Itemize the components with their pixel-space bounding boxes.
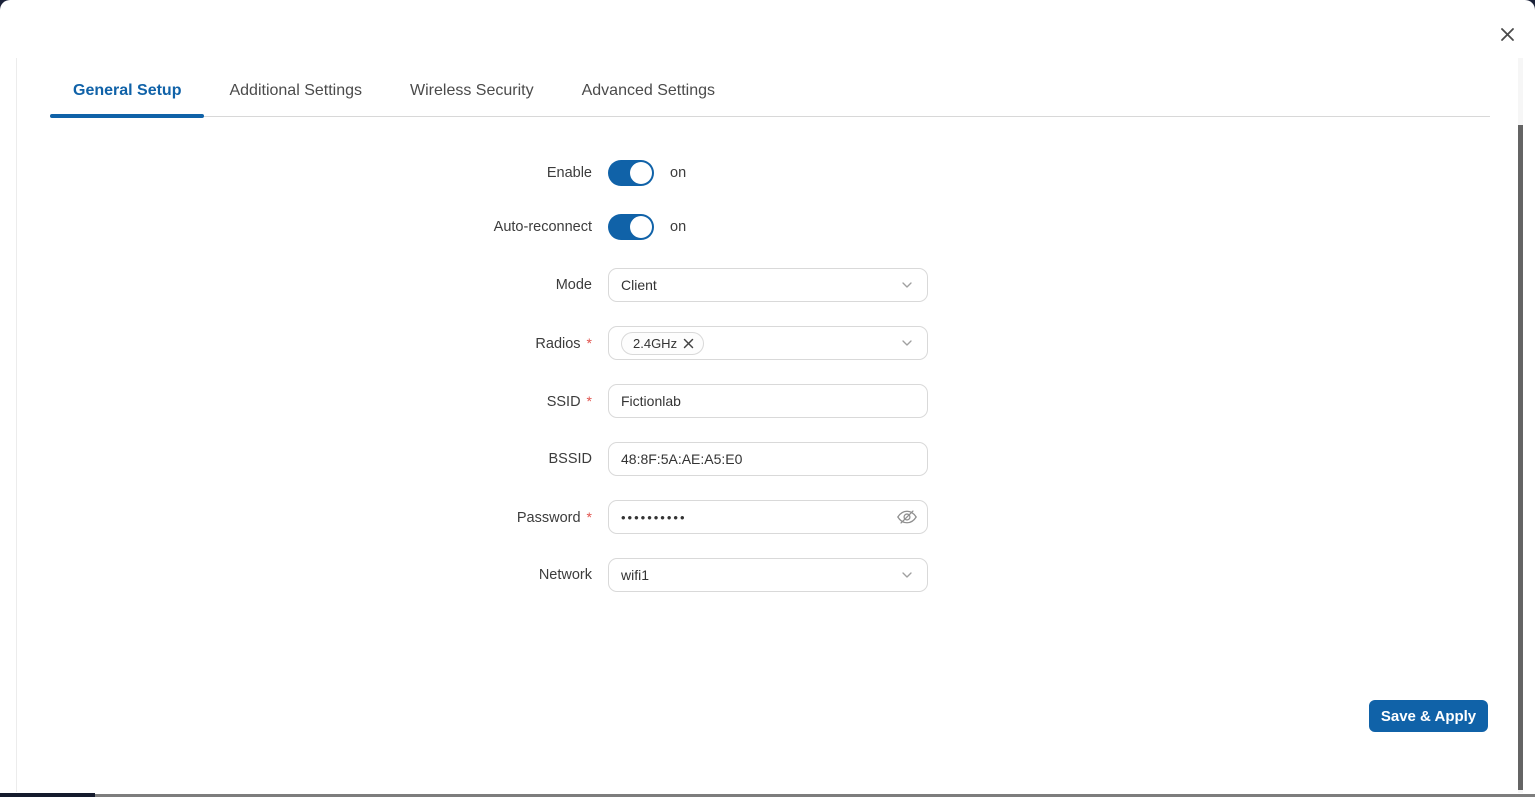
required-asterisk: * [587, 509, 592, 525]
toggle-knob [630, 216, 652, 238]
mode-select[interactable]: Client [608, 268, 928, 302]
radios-tag-2-4ghz: 2.4GHz [621, 332, 704, 355]
network-select[interactable]: wifi1 [608, 558, 928, 592]
save-apply-button[interactable]: Save & Apply [1369, 700, 1488, 732]
toggle-password-visibility-button[interactable] [896, 506, 918, 528]
password-label: Password* [0, 509, 592, 526]
auto-reconnect-label: Auto-reconnect [0, 219, 592, 235]
form-row-password: Password* [0, 500, 944, 534]
scrollbar-thumb[interactable] [1518, 125, 1523, 790]
mode-select-value: Client [621, 277, 657, 293]
auto-reconnect-toggle[interactable] [608, 214, 654, 240]
form-row-enable: Enable on [0, 160, 944, 186]
ssid-label: SSID* [0, 393, 592, 410]
mode-label: Mode [0, 277, 592, 293]
tag-remove-icon[interactable] [683, 338, 694, 349]
form-row-bssid: BSSID [0, 442, 944, 476]
required-asterisk: * [587, 393, 592, 409]
close-button[interactable] [1497, 24, 1517, 44]
toggle-knob [630, 162, 652, 184]
enable-toggle[interactable] [608, 160, 654, 186]
chevron-down-icon [899, 335, 915, 351]
tab-advanced-settings[interactable]: Advanced Settings [559, 66, 738, 116]
chevron-down-icon [899, 567, 915, 583]
page-behind-corner-right [1525, 0, 1535, 10]
auto-reconnect-state-label: on [670, 219, 686, 235]
ssid-input[interactable] [608, 384, 928, 418]
tab-wireless-security[interactable]: Wireless Security [387, 66, 557, 116]
tab-additional-settings[interactable]: Additional Settings [206, 66, 385, 116]
form-row-ssid: SSID* [0, 384, 944, 418]
dialog-wireless-settings: General Setup Additional Settings Wirele… [0, 0, 1535, 797]
tab-general-setup[interactable]: General Setup [50, 66, 204, 116]
enable-label: Enable [0, 165, 592, 181]
page-behind-sidebar-edge [0, 793, 95, 797]
form-row-mode: Mode Client [0, 268, 944, 302]
form-row-network: Network wifi1 [0, 558, 944, 592]
radios-tag-label: 2.4GHz [633, 336, 677, 351]
page-behind-corner-left [0, 0, 10, 10]
radios-multiselect[interactable]: 2.4GHz [608, 326, 928, 360]
form-row-radios: Radios* 2.4GHz [0, 326, 944, 360]
bssid-input[interactable] [608, 442, 928, 476]
network-select-value: wifi1 [621, 567, 649, 583]
required-asterisk: * [587, 335, 592, 351]
password-input[interactable] [608, 500, 928, 534]
bssid-label: BSSID [0, 451, 592, 467]
network-label: Network [0, 567, 592, 583]
radios-label: Radios* [0, 335, 592, 352]
form-row-auto-reconnect: Auto-reconnect on [0, 214, 944, 240]
close-icon [1500, 27, 1515, 42]
eye-off-icon [896, 506, 918, 528]
enable-state-label: on [670, 165, 686, 181]
chevron-down-icon [899, 277, 915, 293]
tab-bar: General Setup Additional Settings Wirele… [50, 66, 1490, 117]
